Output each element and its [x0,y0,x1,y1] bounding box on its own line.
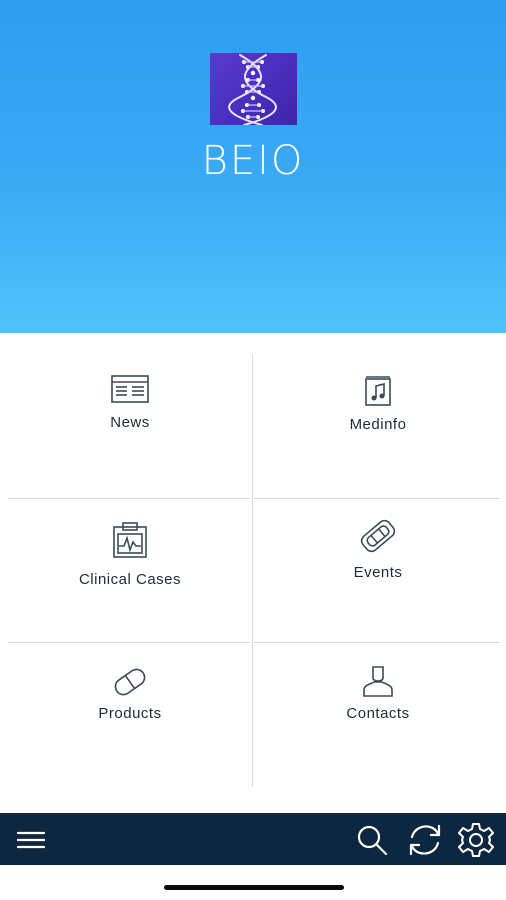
menu-item-products[interactable]: Products [8,644,252,784]
ticket-icon [360,519,396,553]
pill-icon [114,668,146,696]
menu-item-label: News [110,414,150,431]
grid-divider-horizontal [254,642,500,643]
clipboard-chart-icon [113,522,147,558]
person-icon [363,666,393,697]
app-logo [210,53,297,125]
search-icon[interactable] [355,823,389,857]
refresh-icon[interactable] [406,821,444,859]
grid-divider-vertical [252,355,253,787]
home-indicator [164,885,344,890]
music-document-icon [365,376,391,406]
hamburger-menu-icon[interactable] [14,823,48,857]
menu-item-label: Products [98,705,162,722]
grid-divider-horizontal [254,498,500,499]
app-name: BEIO [201,138,305,184]
menu-item-news[interactable]: News [8,355,252,495]
bottom-toolbar [0,813,506,865]
newspaper-icon [111,375,149,403]
menu-item-contacts[interactable]: Contacts [256,644,500,784]
grid-divider-horizontal [8,498,250,499]
menu-item-clinical-cases[interactable]: Clinical Cases [8,500,252,640]
menu-item-label: Events [353,564,403,581]
gear-icon[interactable] [458,822,494,858]
header-banner: BEIO [0,0,506,333]
dna-icon [228,54,277,125]
menu-item-medinfo[interactable]: Medinfo [256,355,500,495]
grid-divider-horizontal [8,642,250,643]
menu-item-events[interactable]: Events [256,500,500,640]
main-menu-grid: News Medinfo Clinical Cases Events Produ… [0,333,506,813]
menu-item-label: Contacts [346,705,410,722]
menu-item-label: Medinfo [349,416,407,433]
menu-item-label: Clinical Cases [78,571,182,588]
